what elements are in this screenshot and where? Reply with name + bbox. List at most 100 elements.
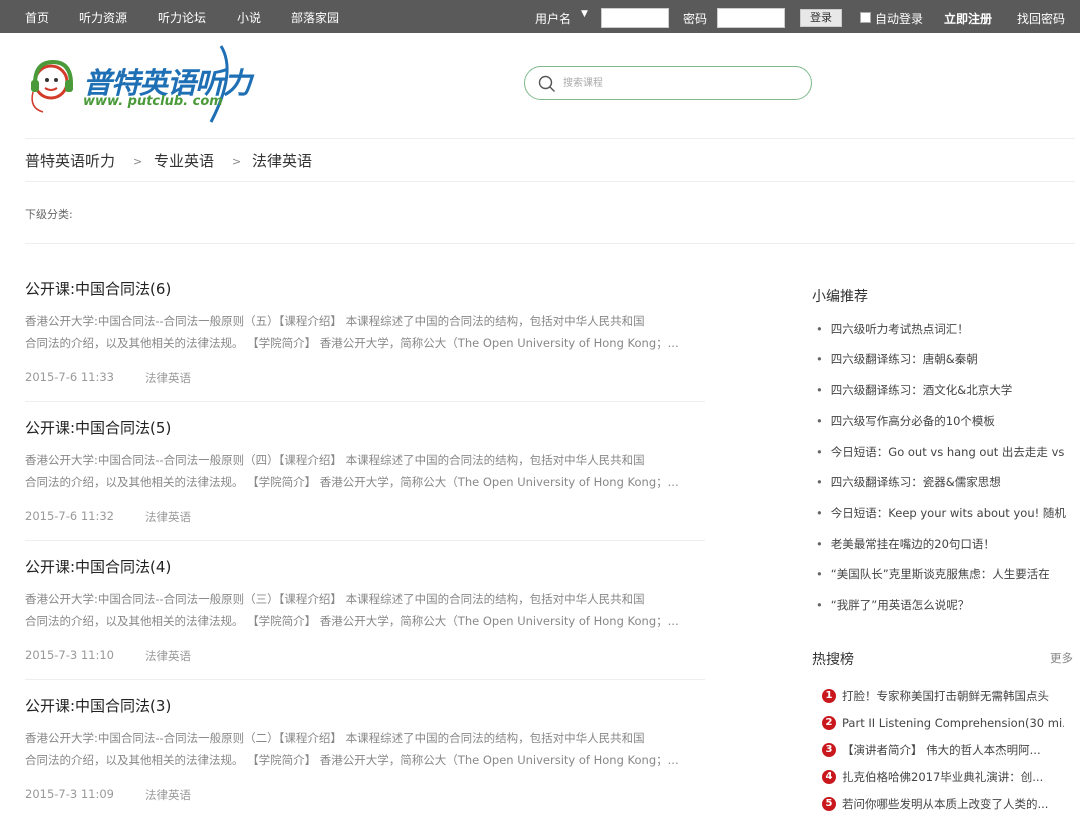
search-icon[interactable] [538,75,556,93]
rank-badge: 1 [822,689,836,703]
list-item-label: 【演讲者简介】 伟大的哲人本杰明阿... [842,743,1041,757]
nav-novels[interactable]: 小说 [237,9,261,26]
list-item[interactable]: • “我胖了”用英语怎么说呢？ [816,597,1074,613]
article-summary: 香港公开大学:中国合同法--合同法一般原则（二）【课程介绍】 本课程综述了中国的… [25,731,645,745]
article-summary: 合同法的介绍，以及其他相关的法律法规。 【学院简介】 香港公开大学，简称公大（T… [25,336,679,350]
nav-listening-resources[interactable]: 听力资源 [79,9,127,26]
list-item[interactable]: 5 若问你哪些发明从本质上改变了人类的... [822,796,1064,812]
list-item-label: 四六级写作高分必备的10个模板 [830,414,995,428]
article-summary: 香港公开大学:中国合同法--合同法一般原则（五）【课程介绍】 本课程综述了中国的… [25,314,645,328]
bullet-icon: • [816,475,823,489]
article-category[interactable]: 法律英语 [145,509,191,525]
list-item[interactable]: • 四六级写作高分必备的10个模板 [816,413,1074,429]
article-summary: 香港公开大学:中国合同法--合同法一般原则（三）【课程介绍】 本课程综述了中国的… [25,592,645,606]
bullet-icon: • [816,352,823,366]
rank-badge: 2 [822,715,836,730]
article-title[interactable]: 公开课:中国合同法(6) [25,278,171,299]
article-summary: 合同法的介绍，以及其他相关的法律法规。 【学院简介】 香港公开大学，简称公大（T… [25,753,679,767]
list-item[interactable]: • 四六级翻译练习：酒文化&北京大学 [816,382,1074,398]
recommend-title: 小编推荐 [812,289,868,305]
auto-login-checkbox[interactable] [860,12,871,23]
list-item-label: Part II Listening Comprehension(30 mi... [842,715,1064,730]
list-item-label: 扎克伯格哈佛2017毕业典礼演讲：创... [842,770,1044,784]
course-search [524,66,812,100]
list-item-label: 今日短语：Go out vs hang out 出去走走 vs [830,445,1065,459]
nav-tribe-home[interactable]: 部落家园 [291,9,339,26]
list-item[interactable]: 3 【演讲者简介】 伟大的哲人本杰明阿... [822,742,1064,758]
article-title[interactable]: 公开课:中国合同法(4) [25,556,171,577]
list-item-label: “我胖了”用英语怎么说呢？ [830,598,970,612]
breadcrumb-professional-english[interactable]: 专业英语 [154,150,214,171]
divider [25,401,705,402]
list-item[interactable]: • 今日短语：Go out vs hang out 出去走走 vs [816,444,1074,460]
list-item[interactable]: • 今日短语：Keep your wits about you! 随机 [816,505,1074,521]
login-button[interactable]: 登录 [800,9,842,27]
list-item[interactable]: 2 Part II Listening Comprehension(30 mi..… [822,715,1064,730]
breadcrumb-separator: > [133,155,143,168]
article-summary: 香港公开大学:中国合同法--合同法一般原则（四）【课程介绍】 本课程综述了中国的… [25,453,645,467]
recover-password-link[interactable]: 找回密码 [1017,10,1065,27]
rank-badge: 4 [822,770,836,784]
list-item-label: 四六级听力考试热点词汇！ [830,322,969,336]
site-logo[interactable]: 普特英语听力 www. putclub. com [25,42,275,126]
bullet-icon: • [816,506,823,520]
divider [25,243,1075,244]
list-item[interactable]: 1 打脸！专家称美国打击朝鲜无需韩国点头 [822,688,1064,704]
nav-listening-forum[interactable]: 听力论坛 [158,9,206,26]
top-bar: 首页 听力资源 听力论坛 小说 部落家园 用户名 ▼ 密码 登录 自动登录 立即… [0,0,1080,33]
breadcrumb-home[interactable]: 普特英语听力 [25,150,115,171]
breadcrumb-legal-english[interactable]: 法律英语 [252,150,312,171]
list-item[interactable]: • 老美最常挂在嘴边的20句口语！ [816,536,1074,552]
list-item[interactable]: • 四六级翻译练习：瓷器&儒家思想 [816,474,1074,490]
divider [25,679,705,680]
list-item-label: 四六级翻译练习：瓷器&儒家思想 [830,475,1001,489]
article-category[interactable]: 法律英语 [145,648,191,664]
article-date: 2015-7-3 11:09 [25,787,114,801]
article-title[interactable]: 公开课:中国合同法(5) [25,417,171,438]
bullet-icon: • [816,537,823,551]
password-label: 密码 [683,12,708,26]
password-input[interactable] [717,8,785,28]
bullet-icon: • [816,383,823,397]
bullet-icon: • [816,414,823,428]
breadcrumb-separator: > [232,155,242,168]
article-date: 2015-7-6 11:32 [25,509,114,523]
article-summary: 合同法的介绍，以及其他相关的法律法规。 【学院简介】 香港公开大学，简称公大（T… [25,475,679,489]
username-input[interactable] [601,8,669,28]
list-item[interactable]: • 四六级听力考试热点词汇！ [816,321,1074,337]
article-summary: 合同法的介绍，以及其他相关的法律法规。 【学院简介】 香港公开大学，简称公大（T… [25,614,679,628]
list-item-label: 打脸！专家称美国打击朝鲜无需韩国点头 [842,689,1049,703]
bullet-icon: • [816,598,823,612]
more-link[interactable]: 更多 [1050,650,1073,666]
bullet-icon: • [816,567,823,581]
article-category[interactable]: 法律英语 [145,787,191,803]
auto-login-label: 自动登录 [875,12,924,26]
list-item-label: 四六级翻译练习：酒文化&北京大学 [830,383,1013,397]
bullet-icon: • [816,445,823,459]
search-input[interactable] [563,74,793,92]
rank-badge: 3 [822,743,836,757]
register-link[interactable]: 立即注册 [944,10,992,27]
nav-home[interactable]: 首页 [25,9,49,26]
article-date: 2015-7-6 11:33 [25,370,114,384]
hot-search-title: 热搜榜 [812,652,854,668]
divider [25,540,705,541]
subcategory-label: 下级分类: [25,208,73,221]
logo-url: www. putclub. com [83,94,223,109]
list-item-label: 若问你哪些发明从本质上改变了人类的... [842,797,1049,811]
list-item-label: 老美最常挂在嘴边的20句口语！ [830,537,995,551]
article-category[interactable]: 法律英语 [145,370,191,386]
article-date: 2015-7-3 11:10 [25,648,114,662]
bullet-icon: • [816,322,823,336]
list-item[interactable]: 4 扎克伯格哈佛2017毕业典礼演讲：创... [822,769,1064,785]
list-item-label: 今日短语：Keep your wits about you! 随机 [830,506,1066,520]
username-label: 用户名 [535,12,572,26]
chevron-down-icon[interactable]: ▼ [581,9,588,19]
divider [25,181,1075,182]
list-item[interactable]: • “美国队长”克里斯谈克服焦虑：人生要活在 [816,566,1074,582]
list-item-label: 四六级翻译练习：唐朝&秦朝 [830,352,978,366]
article-title[interactable]: 公开课:中国合同法(3) [25,695,171,716]
rank-badge: 5 [822,797,836,811]
list-item[interactable]: • 四六级翻译练习：唐朝&秦朝 [816,351,1074,367]
list-item-label: “美国队长”克里斯谈克服焦虑：人生要活在 [830,567,1050,581]
